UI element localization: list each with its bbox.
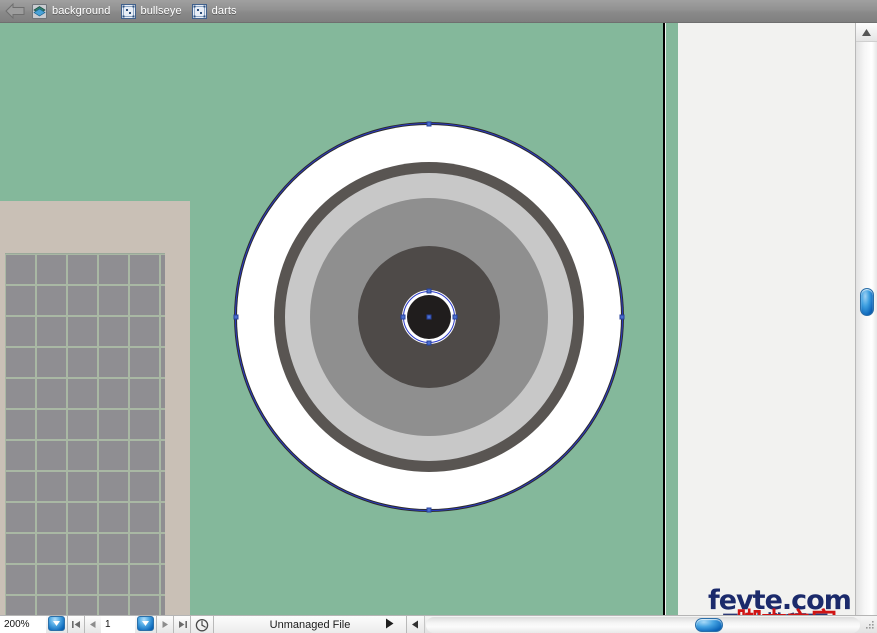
- next-page-button[interactable]: [156, 616, 174, 633]
- scroll-left-icon[interactable]: [407, 616, 425, 633]
- document-tab-bar: background bullseye darts: [0, 0, 877, 23]
- page-number-field[interactable]: 1: [101, 616, 135, 633]
- page-number-value: 1: [105, 619, 111, 630]
- back-arrow-icon[interactable]: [4, 3, 26, 19]
- tab-darts[interactable]: darts: [190, 0, 245, 22]
- symbol-icon: [120, 3, 136, 19]
- tab-bullseye[interactable]: bullseye: [119, 0, 190, 22]
- zoom-level-field[interactable]: 200%: [0, 616, 46, 633]
- bullseye-center-dot: [407, 295, 451, 339]
- file-status-label: Unmanaged File: [269, 618, 351, 631]
- tab-darts-label: darts: [211, 5, 237, 17]
- zoom-dropdown-button[interactable]: [48, 616, 65, 631]
- window-frame-artwork[interactable]: [0, 201, 190, 615]
- prev-page-button[interactable]: [84, 616, 102, 633]
- application-window: background bullseye darts fevte.com 200%…: [0, 0, 877, 633]
- play-triangle-icon[interactable]: [385, 618, 394, 632]
- first-page-button[interactable]: [67, 616, 85, 633]
- document-status-icon[interactable]: [190, 616, 214, 633]
- status-bar: 200% 1 Unmanaged File: [0, 615, 877, 633]
- artboard-background-right-strip: [666, 23, 678, 615]
- document-canvas[interactable]: fevte.com 飞特教程网 脚本之家 www.jb51.net: [0, 23, 855, 615]
- horizontal-scrollbar[interactable]: [406, 616, 861, 633]
- layers-icon: [32, 3, 47, 19]
- bullseye-target-artwork[interactable]: [233, 121, 625, 513]
- vertical-scroll-thumb[interactable]: [860, 288, 874, 316]
- last-page-button[interactable]: [173, 616, 191, 633]
- pasteboard-area: [678, 23, 855, 615]
- file-status-popup[interactable]: Unmanaged File: [214, 616, 406, 633]
- horizontal-scroll-track[interactable]: [426, 616, 860, 633]
- symbol-icon: [191, 3, 207, 19]
- horizontal-scroll-thumb[interactable]: [695, 617, 724, 632]
- artboard-edge-line: [663, 23, 665, 615]
- tab-background[interactable]: background: [30, 0, 119, 22]
- tab-bullseye-label: bullseye: [140, 5, 182, 17]
- window-panes-grid: [5, 253, 165, 615]
- tab-background-label: background: [52, 5, 111, 17]
- page-dropdown-button[interactable]: [137, 616, 154, 631]
- vertical-scrollbar[interactable]: [855, 23, 877, 615]
- zoom-level-value: 200%: [4, 619, 30, 630]
- scroll-up-icon[interactable]: [856, 23, 877, 42]
- resize-grip-icon[interactable]: [861, 616, 877, 633]
